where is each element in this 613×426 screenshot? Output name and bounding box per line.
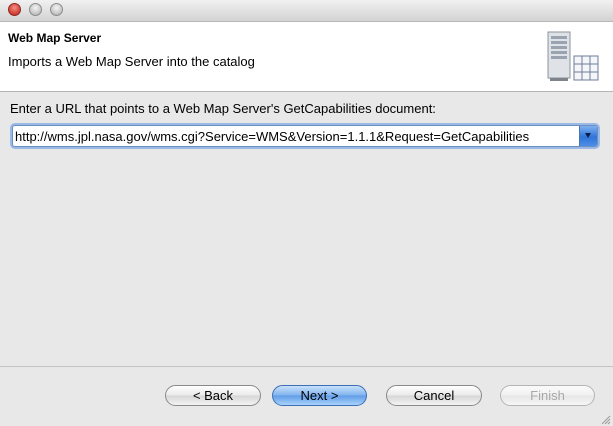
url-dropdown-button[interactable] [579, 126, 597, 146]
server-grid-icon [547, 31, 599, 81]
page-description: Imports a Web Map Server into the catalo… [8, 54, 255, 69]
minimize-window-button[interactable] [29, 3, 42, 16]
cancel-button[interactable]: Cancel [386, 385, 482, 406]
url-combo-box[interactable] [12, 125, 598, 147]
chevron-down-icon [585, 133, 591, 138]
page-title: Web Map Server [8, 31, 102, 45]
url-prompt-label: Enter a URL that points to a Web Map Ser… [10, 101, 436, 116]
resize-grip-icon[interactable] [600, 414, 611, 425]
url-input[interactable] [13, 126, 579, 146]
title-bar[interactable] [0, 0, 613, 22]
zoom-window-button[interactable] [50, 3, 63, 16]
wizard-header: Web Map Server Imports a Web Map Server … [0, 22, 613, 92]
wizard-content: Enter a URL that points to a Web Map Ser… [0, 92, 613, 366]
next-button[interactable]: Next > [272, 385, 367, 406]
wizard-window: Web Map Server Imports a Web Map Server … [0, 0, 613, 426]
close-window-button[interactable] [8, 3, 21, 16]
finish-button: Finish [500, 385, 595, 406]
back-button[interactable]: < Back [165, 385, 261, 406]
button-bar: < Back Next > Cancel Finish [0, 366, 613, 426]
